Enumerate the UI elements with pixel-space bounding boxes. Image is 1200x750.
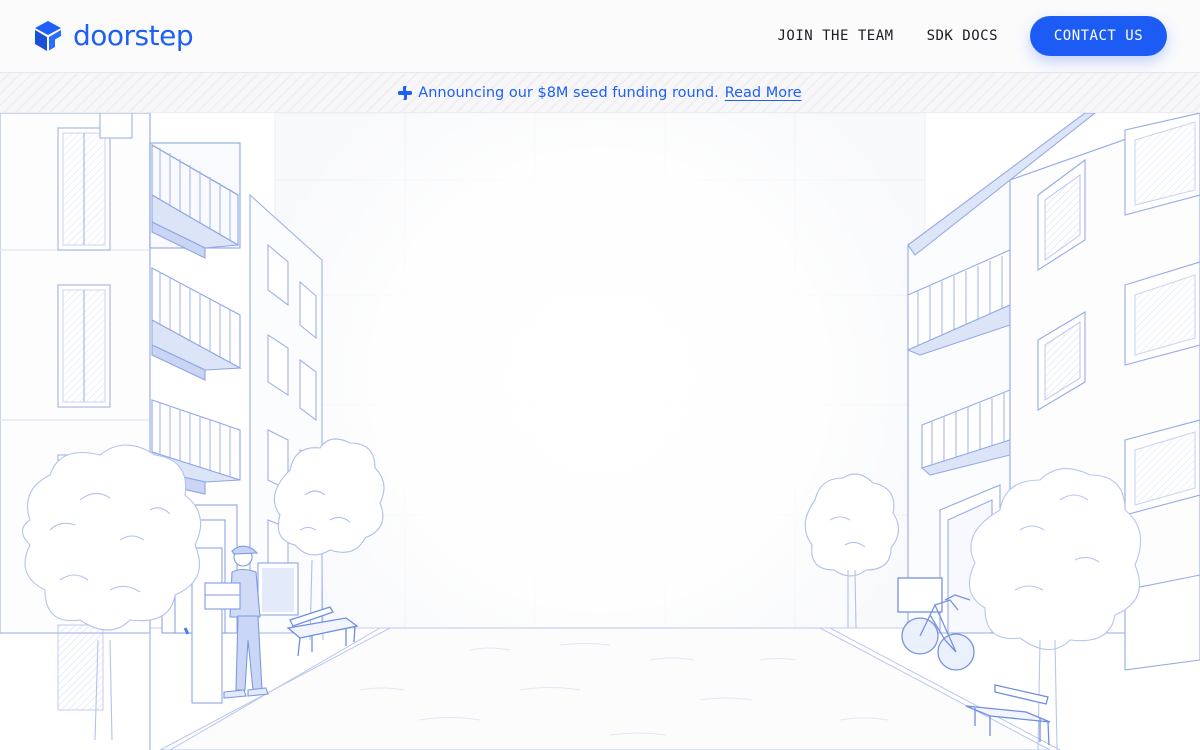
- sparkle-icon: [398, 85, 413, 100]
- left-building-back: [0, 113, 151, 750]
- main-nav: JOIN THE TEAM SDK DOCS CONTACT US: [777, 16, 1167, 56]
- cube-icon: [35, 21, 61, 51]
- left-large-tree: [21, 444, 202, 741]
- hero-section: [0, 113, 1200, 750]
- nav-join-the-team[interactable]: JOIN THE TEAM: [777, 28, 893, 44]
- contact-us-button[interactable]: CONTACT US: [1030, 16, 1167, 56]
- brand-logo[interactable]: doorstep: [33, 18, 194, 53]
- nav-sdk-docs[interactable]: SDK DOCS: [927, 28, 998, 44]
- site-header: doorstep JOIN THE TEAM SDK DOCS CONTACT …: [0, 0, 1200, 73]
- brand-name: doorstep: [73, 18, 194, 52]
- street: [0, 627, 1200, 750]
- read-more-link[interactable]: Read More: [725, 85, 802, 101]
- announcement-text: Announcing our $8M seed funding round.: [418, 84, 719, 101]
- announcement-bar: Announcing our $8M seed funding round. R…: [0, 73, 1200, 113]
- street-illustration: [0, 113, 1200, 750]
